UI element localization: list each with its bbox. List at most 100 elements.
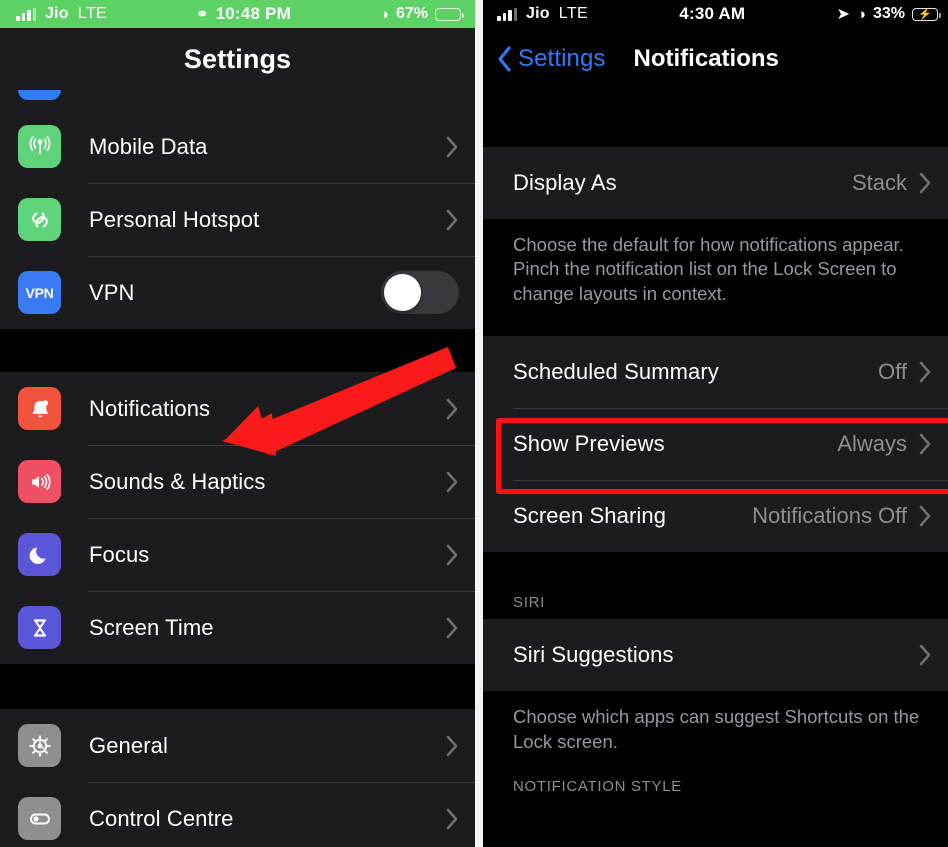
left-phone-settings-screen: Jio LTE ⚭ 10:48 PM ◑ 67% Settings Mobile… (0, 0, 475, 847)
siri-group: Siri Suggestions (483, 619, 948, 692)
network-type-label: LTE (77, 5, 108, 22)
sidebar-item-label: Sounds & Haptics (89, 468, 266, 494)
chevron-right-icon (446, 471, 459, 493)
left-status-bar: Jio LTE ⚭ 10:48 PM ◑ 67% (0, 0, 475, 28)
carplay-link-icon: ⚭ (196, 6, 209, 23)
sidebar-item-label: Control Centre (89, 805, 234, 831)
sidebar-item-label: Focus (89, 541, 150, 567)
battery-percent-label: 33% (872, 5, 905, 22)
partial-row-above (0, 90, 475, 110)
section-header-notification-style: NOTIFICATION STYLE (483, 774, 948, 804)
toggle-knob (384, 274, 421, 311)
clock-label: 4:30 AM (679, 4, 746, 23)
back-button[interactable]: Settings (497, 45, 606, 73)
chevron-right-icon (919, 361, 932, 383)
panel-divider (475, 0, 483, 847)
sidebar-item-label: VPN (89, 279, 135, 305)
sidebar-item-label: Mobile Data (89, 133, 208, 159)
sidebar-item-vpn[interactable]: VPN VPN (0, 256, 475, 329)
chevron-right-icon (446, 735, 459, 757)
settings-group-notifications: Notifications Sounds & Haptics Focus Scr… (0, 372, 475, 664)
display-as-footnote: Choose the default for how notifications… (483, 219, 948, 327)
back-button-label: Settings (518, 45, 606, 72)
chevron-left-icon (497, 46, 512, 72)
vpn-icon-text: VPN (25, 284, 54, 301)
list-item-label: Scheduled Summary (513, 359, 719, 385)
chevron-right-icon (446, 136, 459, 158)
list-item-label: Display As (513, 170, 617, 195)
sidebar-item-label: Personal Hotspot (89, 206, 260, 232)
chevron-right-icon (919, 433, 932, 455)
carrier-label: Jio (526, 5, 550, 22)
page-title: Settings (183, 43, 292, 74)
page-title: Notifications (633, 45, 779, 72)
sidebar-item-mobile-data[interactable]: Mobile Data (0, 110, 475, 183)
mobile-data-icon (18, 125, 61, 168)
list-item-screen-sharing[interactable]: Screen Sharing Notifications Off (483, 480, 948, 553)
chevron-right-icon (446, 398, 459, 420)
notification-options-group: Scheduled Summary Off Show Previews Alwa… (483, 336, 948, 553)
sidebar-item-focus[interactable]: Focus (0, 518, 475, 591)
group-separator-2 (0, 664, 475, 709)
rotation-lock-icon: ◑ (856, 5, 866, 23)
sidebar-item-label: General (89, 732, 168, 758)
list-item-label: Screen Sharing (513, 503, 667, 529)
list-item-siri-suggestions[interactable]: Siri Suggestions (483, 619, 948, 692)
sidebar-item-sounds-haptics[interactable]: Sounds & Haptics (0, 445, 475, 518)
list-item-value: Stack (851, 170, 907, 195)
chevron-right-icon (446, 209, 459, 231)
sounds-haptics-speaker-icon (18, 460, 61, 503)
wifi-icon-partial (18, 90, 61, 100)
battery-icon (435, 7, 464, 21)
siri-footnote: Choose which apps can suggest Shortcuts … (483, 691, 948, 775)
rotation-lock-icon: ◑ (379, 5, 389, 23)
general-gear-icon (18, 724, 61, 767)
list-item-label: Siri Suggestions (513, 642, 674, 668)
display-as-group: Display As Stack (483, 147, 948, 219)
personal-hotspot-icon (18, 198, 61, 241)
control-centre-toggle-icon (18, 797, 61, 840)
sidebar-item-notifications[interactable]: Notifications (0, 372, 475, 445)
sidebar-item-screen-time[interactable]: Screen Time (0, 591, 475, 664)
chevron-right-icon (919, 172, 932, 194)
list-item-label: Show Previews (513, 431, 665, 457)
location-arrow-icon: ➤ (836, 6, 850, 23)
vpn-toggle[interactable] (381, 271, 459, 314)
screen-time-hourglass-icon (18, 606, 61, 649)
sidebar-item-control-centre[interactable]: Control Centre (0, 782, 475, 847)
section-header-siri: SIRI (483, 552, 948, 620)
list-item-value: Notifications Off (752, 503, 907, 529)
sidebar-item-general[interactable]: General (0, 709, 475, 782)
notifications-bell-icon (18, 387, 61, 430)
footnote-spacer (483, 326, 948, 337)
right-nav-bar: Settings Notifications (483, 28, 948, 90)
sidebar-item-label: Notifications (89, 395, 211, 421)
top-spacer (483, 90, 948, 147)
settings-group-connectivity: Mobile Data Personal Hotspot VPN VPN (0, 110, 475, 329)
settings-group-system: General Control Centre (0, 709, 475, 847)
dual-phone-screenshot: Jio LTE ⚭ 10:48 PM ◑ 67% Settings Mobile… (0, 0, 948, 847)
carrier-label: Jio (45, 5, 69, 22)
signal-bars-icon (16, 7, 36, 21)
sidebar-item-personal-hotspot[interactable]: Personal Hotspot (0, 183, 475, 256)
chevron-right-icon (446, 617, 459, 639)
battery-percent-label: 67% (395, 5, 428, 22)
list-item-show-previews[interactable]: Show Previews Always (483, 408, 948, 481)
list-item-value: Off (878, 359, 907, 385)
focus-moon-icon (18, 533, 61, 576)
chevron-right-icon (919, 644, 932, 666)
vpn-icon: VPN (18, 271, 61, 314)
network-type-label: LTE (558, 5, 589, 22)
list-item-value: Always (837, 431, 907, 457)
list-item-display-as[interactable]: Display As Stack (483, 147, 948, 219)
group-separator (0, 329, 475, 372)
list-item-scheduled-summary[interactable]: Scheduled Summary Off (483, 336, 948, 409)
sidebar-item-label: Screen Time (89, 614, 214, 640)
signal-bars-icon (497, 7, 517, 21)
chevron-right-icon (919, 505, 932, 527)
right-status-bar: Jio LTE 4:30 AM ➤ ◑ 33% ⚡ (483, 0, 948, 28)
clock-label: 10:48 PM (215, 4, 291, 23)
left-nav-bar: Settings (0, 28, 475, 90)
battery-charging-icon: ⚡ (911, 7, 941, 21)
right-phone-notifications-screen: Jio LTE 4:30 AM ➤ ◑ 33% ⚡ Settings Notif… (483, 0, 948, 847)
